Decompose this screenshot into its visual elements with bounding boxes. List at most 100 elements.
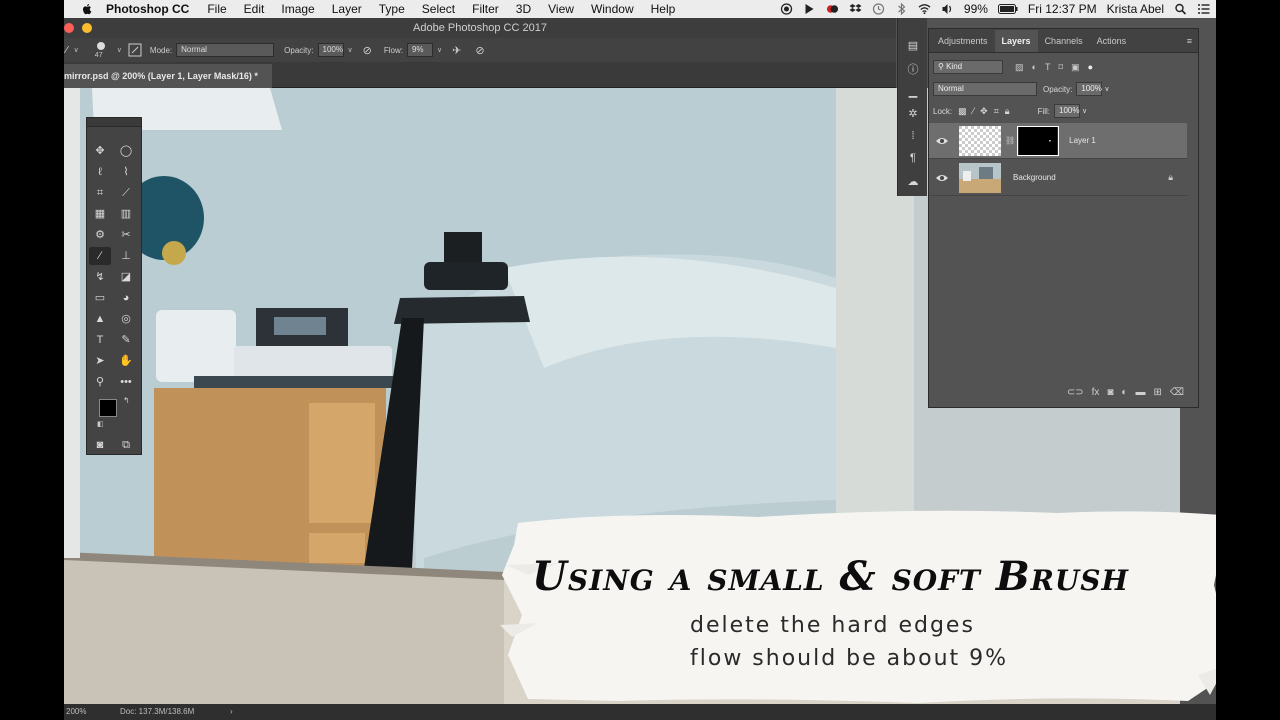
- type-tool-icon[interactable]: T: [89, 331, 111, 349]
- menu-image[interactable]: Image: [281, 2, 314, 16]
- move-tool-icon[interactable]: ✥: [89, 142, 111, 160]
- user-name[interactable]: Krista Abel: [1107, 2, 1164, 16]
- filter-toggle-icon[interactable]: ●: [1088, 62, 1093, 72]
- lock-all-icon[interactable]: 🔒︎: [1005, 106, 1010, 117]
- filter-pixel-icon[interactable]: ▨: [1015, 62, 1024, 73]
- zoom-level[interactable]: 200%: [66, 704, 86, 720]
- healing-brush-tool-icon[interactable]: ▥: [115, 205, 137, 223]
- opacity-input[interactable]: 100%: [317, 43, 344, 57]
- filter-type-icon[interactable]: T: [1045, 62, 1051, 72]
- path-select-tool-icon[interactable]: ✎: [115, 331, 137, 349]
- brush-settings-icon[interactable]: ⁞: [905, 128, 921, 144]
- lock-position-icon[interactable]: ✥: [980, 106, 988, 117]
- mode-select[interactable]: Normal: [176, 43, 275, 57]
- menu-help[interactable]: Help: [651, 2, 676, 16]
- filter-smart-object-icon[interactable]: ▣: [1071, 62, 1080, 73]
- lasso-tool-icon[interactable]: ℓ: [89, 163, 111, 181]
- brush-tool-icon[interactable]: ⁄: [66, 45, 68, 56]
- info-icon[interactable]: ⓘ: [905, 62, 921, 78]
- tools-panel-header[interactable]: [87, 118, 141, 127]
- lock-artboard-icon[interactable]: ⌗: [994, 106, 999, 117]
- tab-channels[interactable]: Channels: [1038, 30, 1090, 52]
- brush-panel-toggle-icon[interactable]: [128, 43, 142, 57]
- delete-layer-icon[interactable]: ⌫: [1170, 387, 1184, 398]
- kite-icon[interactable]: [803, 3, 816, 15]
- layer-opacity-input[interactable]: 100%: [1076, 82, 1103, 96]
- crop-tool-icon[interactable]: ⌗: [89, 184, 111, 202]
- fill-input[interactable]: 100%: [1054, 104, 1081, 118]
- layer-row-layer-1[interactable]: ⛓ Layer 1: [929, 123, 1187, 159]
- zoom-tool-icon[interactable]: ⚲: [89, 373, 111, 391]
- navigator-icon[interactable]: ✲: [905, 106, 921, 122]
- filter-shape-icon[interactable]: ⌑: [1058, 62, 1063, 73]
- layer-name[interactable]: Background: [1013, 173, 1056, 182]
- foreground-color-swatch[interactable]: [99, 399, 117, 417]
- layer-mask-thumbnail[interactable]: [1017, 125, 1060, 156]
- filter-adjustment-icon[interactable]: ◐: [1032, 62, 1037, 72]
- pressure-size-icon[interactable]: ⊘: [475, 44, 484, 57]
- menu-window[interactable]: Window: [591, 2, 634, 16]
- patch-tool-icon[interactable]: ⚙: [89, 226, 111, 244]
- fill-dropdown-icon[interactable]: ∨: [1082, 107, 1087, 115]
- menu-3d[interactable]: 3D: [516, 2, 531, 16]
- swap-colors-icon[interactable]: ↰: [123, 396, 130, 405]
- bluetooth-icon[interactable]: [895, 3, 908, 15]
- eyedropper-tool-icon[interactable]: ⟋: [115, 184, 137, 202]
- mask-link-icon[interactable]: ⛓: [1005, 136, 1015, 145]
- menu-view[interactable]: View: [548, 2, 574, 16]
- flow-input[interactable]: 9%: [406, 43, 433, 57]
- histogram-icon[interactable]: ▁: [905, 84, 921, 100]
- minimize-window-button[interactable]: [82, 23, 92, 33]
- menu-type[interactable]: Type: [379, 2, 405, 16]
- menu-file[interactable]: File: [207, 2, 226, 16]
- doc-size[interactable]: Doc: 137.3M/138.6M: [120, 704, 194, 720]
- volume-icon[interactable]: [941, 3, 954, 15]
- blend-mode-select[interactable]: Normal: [933, 82, 1037, 96]
- panel-menu-icon[interactable]: ≡: [1187, 36, 1192, 46]
- lock-pixels-icon[interactable]: ⁄: [973, 106, 975, 116]
- new-adjustment-layer-icon[interactable]: ◐: [1121, 387, 1127, 398]
- direct-select-tool-icon[interactable]: ➤: [89, 352, 111, 370]
- clone-stamp-tool-icon[interactable]: ⊥: [115, 247, 137, 265]
- default-colors-icon[interactable]: ◧: [97, 420, 104, 428]
- cc-libraries-icon[interactable]: ☁: [905, 174, 921, 190]
- more-tools-icon[interactable]: •••: [115, 373, 137, 391]
- visibility-eye-icon[interactable]: [935, 173, 949, 183]
- battery-icon[interactable]: [997, 3, 1018, 15]
- screen-mode-icon[interactable]: ⧉: [115, 436, 137, 454]
- app-name[interactable]: Photoshop CC: [106, 2, 189, 16]
- time-machine-icon[interactable]: [872, 3, 885, 15]
- clock[interactable]: Fri 12:37 PM: [1028, 2, 1097, 16]
- blur-tool-icon[interactable]: ◕: [115, 289, 137, 307]
- notification-center-icon[interactable]: [1197, 3, 1210, 15]
- tab-adjustments[interactable]: Adjustments: [931, 30, 995, 52]
- spotlight-search-icon[interactable]: [1174, 3, 1187, 15]
- layer-style-icon[interactable]: fx: [1092, 387, 1100, 398]
- close-window-button[interactable]: [64, 23, 74, 33]
- filter-kind-select[interactable]: ⚲ Kind: [933, 60, 1003, 74]
- creative-cloud-icon[interactable]: [826, 3, 839, 15]
- gradient-tool-icon[interactable]: ▭: [89, 289, 111, 307]
- layer-thumbnail[interactable]: [959, 125, 1001, 156]
- visibility-eye-icon[interactable]: [935, 136, 949, 146]
- menu-edit[interactable]: Edit: [244, 2, 265, 16]
- status-menu-chevron-icon[interactable]: ›: [230, 704, 233, 720]
- layer-opacity-dropdown-icon[interactable]: ∨: [1104, 85, 1109, 93]
- red-eye-tool-icon[interactable]: ✂: [115, 226, 137, 244]
- dodge-tool-icon[interactable]: ▲: [89, 310, 111, 328]
- menu-select[interactable]: Select: [422, 2, 455, 16]
- quick-mask-icon[interactable]: ◙: [89, 436, 111, 454]
- libraries-icon[interactable]: ▤: [905, 38, 921, 54]
- spot-healing-tool-icon[interactable]: ▦: [89, 205, 111, 223]
- pen-tool-icon[interactable]: ◎: [115, 310, 137, 328]
- opacity-dropdown-icon[interactable]: ∨: [348, 46, 353, 54]
- link-layers-icon[interactable]: ⊂⊃: [1067, 387, 1084, 398]
- airbrush-icon[interactable]: ✈: [452, 44, 461, 57]
- record-icon[interactable]: [780, 3, 793, 15]
- quick-select-tool-icon[interactable]: ⌇: [115, 163, 137, 181]
- lock-transparent-icon[interactable]: ▩: [958, 106, 967, 117]
- menu-layer[interactable]: Layer: [332, 2, 362, 16]
- history-brush-tool-icon[interactable]: ↯: [89, 268, 111, 286]
- hand-tool-icon[interactable]: ✋: [115, 352, 137, 370]
- eraser-tool-icon[interactable]: ◪: [115, 268, 137, 286]
